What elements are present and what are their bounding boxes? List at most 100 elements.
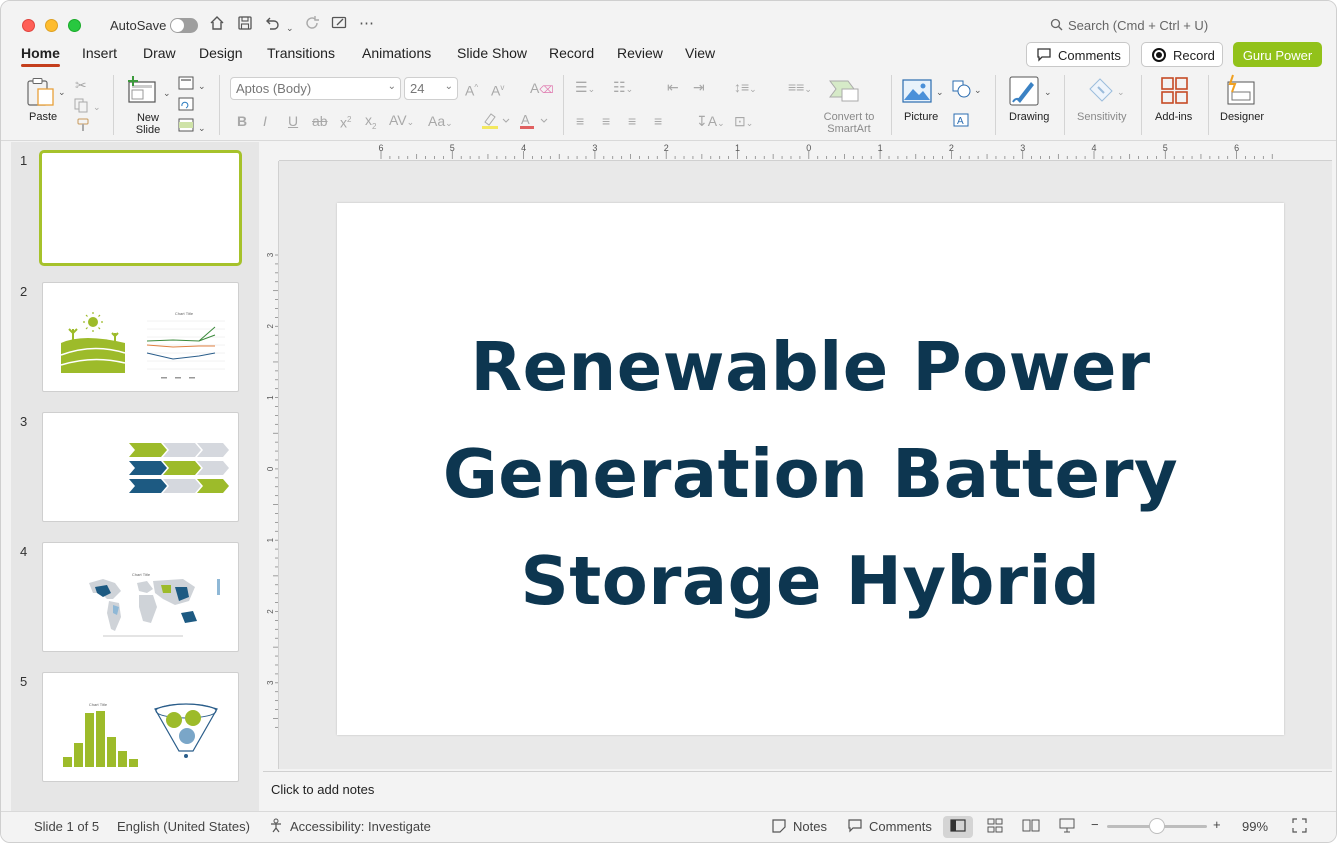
justify-icon[interactable]: ≡ bbox=[654, 113, 662, 129]
home-icon[interactable] bbox=[209, 15, 225, 37]
align-left-icon[interactable]: ≡ bbox=[576, 113, 584, 129]
tab-draw[interactable]: Draw bbox=[143, 45, 176, 61]
record-button[interactable]: Record bbox=[1141, 42, 1223, 67]
slideshow-from-start-icon[interactable] bbox=[331, 15, 347, 37]
smartart-icon[interactable] bbox=[828, 77, 860, 106]
normal-view-icon[interactable] bbox=[950, 818, 966, 836]
numbering-icon[interactable]: ☷⌄ bbox=[613, 79, 633, 97]
shapes-dropdown-icon[interactable]: ⌄ bbox=[974, 82, 982, 98]
bullets-icon[interactable]: ☰⌄ bbox=[575, 79, 595, 97]
section-dropdown-icon[interactable]: ⌄ bbox=[198, 120, 206, 136]
autosave-toggle[interactable] bbox=[170, 18, 198, 33]
undo-dropdown-icon[interactable]: ⌄ bbox=[286, 18, 294, 38]
slide-thumbnail-2[interactable]: Chart Title bbox=[42, 282, 239, 392]
italic-icon[interactable]: I bbox=[263, 113, 267, 129]
sensitivity-dropdown-icon[interactable]: ⌄ bbox=[1117, 84, 1125, 100]
highlight-icon[interactable] bbox=[481, 112, 511, 133]
subscript-icon[interactable]: x2 bbox=[365, 112, 376, 135]
zoom-slider-handle[interactable] bbox=[1149, 818, 1165, 834]
reset-slide-icon[interactable] bbox=[178, 97, 194, 114]
align-text-icon[interactable]: ⊡⌄ bbox=[734, 113, 753, 131]
paste-dropdown-icon[interactable]: ⌄ bbox=[58, 84, 66, 100]
align-center-icon[interactable]: ≡ bbox=[602, 113, 610, 129]
tab-home[interactable]: Home bbox=[21, 45, 60, 67]
reading-view-icon[interactable] bbox=[1022, 818, 1040, 836]
drawing-icon[interactable] bbox=[1009, 76, 1041, 109]
notes-pane[interactable]: Click to add notes bbox=[263, 771, 1332, 810]
slide-sorter-icon[interactable] bbox=[987, 818, 1003, 836]
new-slide-icon[interactable] bbox=[127, 75, 159, 110]
underline-icon[interactable]: U bbox=[288, 113, 298, 129]
comments-button[interactable]: Comments bbox=[1026, 42, 1130, 67]
redo-icon[interactable] bbox=[304, 15, 320, 37]
superscript-icon[interactable]: x2 bbox=[340, 112, 351, 131]
slideshow-view-icon[interactable] bbox=[1059, 818, 1075, 836]
zoom-percent[interactable]: 99% bbox=[1242, 819, 1268, 834]
slide-thumbnails-pane[interactable]: 1 2 Chart Title 3 4 Chart Title 5 Chart … bbox=[11, 142, 259, 811]
tab-review[interactable]: Review bbox=[617, 45, 663, 61]
slide-title[interactable]: Renewable Power Generation Battery Stora… bbox=[337, 314, 1284, 635]
align-right-icon[interactable]: ≡ bbox=[628, 113, 636, 129]
increase-indent-icon[interactable]: ⇥ bbox=[693, 79, 705, 95]
slide-thumbnail-1[interactable] bbox=[39, 150, 242, 266]
tab-transitions[interactable]: Transitions bbox=[267, 45, 335, 61]
slide-thumbnail-4[interactable]: Chart Title bbox=[42, 542, 239, 652]
notes-toggle[interactable]: Notes bbox=[793, 819, 827, 834]
zoom-out-icon[interactable]: − bbox=[1091, 817, 1099, 832]
save-icon[interactable] bbox=[237, 15, 253, 37]
accessibility-icon bbox=[269, 818, 284, 836]
add-ins-icon[interactable] bbox=[1160, 76, 1190, 109]
text-direction-icon[interactable]: ↧A⌄ bbox=[696, 113, 725, 131]
fit-to-window-icon[interactable] bbox=[1292, 818, 1307, 836]
slide-thumbnail-3[interactable] bbox=[42, 412, 239, 522]
language-indicator[interactable]: English (United States) bbox=[117, 819, 250, 834]
text-box-icon[interactable]: A bbox=[952, 112, 970, 131]
new-slide-dropdown-icon[interactable]: ⌄ bbox=[163, 85, 171, 101]
strikethrough-icon[interactable]: ab bbox=[312, 113, 328, 129]
character-spacing-icon[interactable]: AV⌄ bbox=[389, 112, 414, 130]
copy-dropdown-icon[interactable]: ⌄ bbox=[93, 99, 101, 115]
drawing-dropdown-icon[interactable]: ⌄ bbox=[1044, 84, 1052, 100]
increase-font-size-icon[interactable]: A^ bbox=[465, 80, 478, 99]
tab-view[interactable]: View bbox=[685, 45, 715, 61]
copy-icon[interactable] bbox=[73, 97, 89, 116]
layout-icon[interactable] bbox=[178, 76, 194, 93]
font-name-select[interactable]: Aptos (Body) ⌄ bbox=[230, 77, 401, 100]
search-input[interactable]: Search (Cmd + Ctrl + U) bbox=[1068, 18, 1208, 33]
undo-icon[interactable] bbox=[264, 15, 280, 37]
font-size-select[interactable]: 24 ⌄ bbox=[404, 77, 458, 100]
cut-icon[interactable]: ✂ bbox=[75, 77, 87, 93]
close-window-button[interactable] bbox=[22, 19, 35, 32]
picture-icon[interactable] bbox=[902, 79, 932, 106]
columns-icon[interactable]: ≡≡⌄ bbox=[788, 79, 812, 97]
tab-slide-show[interactable]: Slide Show bbox=[457, 45, 527, 61]
guru-power-button[interactable]: Guru Power bbox=[1233, 42, 1322, 67]
section-icon[interactable] bbox=[178, 118, 194, 135]
decrease-font-size-icon[interactable]: Av bbox=[491, 80, 504, 99]
picture-dropdown-icon[interactable]: ⌄ bbox=[936, 84, 944, 100]
bold-icon[interactable]: B bbox=[237, 113, 247, 129]
change-case-icon[interactable]: Aa⌄ bbox=[428, 113, 453, 131]
zoom-in-icon[interactable]: + bbox=[1213, 817, 1221, 832]
current-slide[interactable]: Renewable Power Generation Battery Stora… bbox=[337, 203, 1284, 735]
accessibility-status[interactable]: Accessibility: Investigate bbox=[290, 819, 431, 834]
tab-design[interactable]: Design bbox=[199, 45, 243, 61]
more-options-icon[interactable]: ⋯ bbox=[359, 14, 374, 34]
tab-record[interactable]: Record bbox=[549, 45, 594, 61]
line-spacing-icon[interactable]: ↕≡⌄ bbox=[734, 79, 757, 97]
decrease-indent-icon[interactable]: ⇤ bbox=[667, 79, 679, 95]
clear-formatting-icon[interactable]: A⌫ bbox=[530, 80, 553, 99]
maximize-window-button[interactable] bbox=[68, 19, 81, 32]
sensitivity-icon[interactable] bbox=[1086, 75, 1116, 108]
tab-animations[interactable]: Animations bbox=[362, 45, 431, 61]
comments-toggle[interactable]: Comments bbox=[869, 819, 932, 834]
minimize-window-button[interactable] bbox=[45, 19, 58, 32]
paste-icon[interactable] bbox=[25, 77, 57, 110]
tab-insert[interactable]: Insert bbox=[82, 45, 117, 61]
shapes-icon[interactable] bbox=[952, 80, 972, 101]
layout-dropdown-icon[interactable]: ⌄ bbox=[198, 78, 206, 94]
font-color-icon[interactable]: A bbox=[519, 112, 549, 133]
slide-thumbnail-5[interactable]: Chart Title bbox=[42, 672, 239, 782]
designer-icon[interactable] bbox=[1225, 74, 1257, 109]
format-painter-icon[interactable] bbox=[75, 117, 91, 136]
